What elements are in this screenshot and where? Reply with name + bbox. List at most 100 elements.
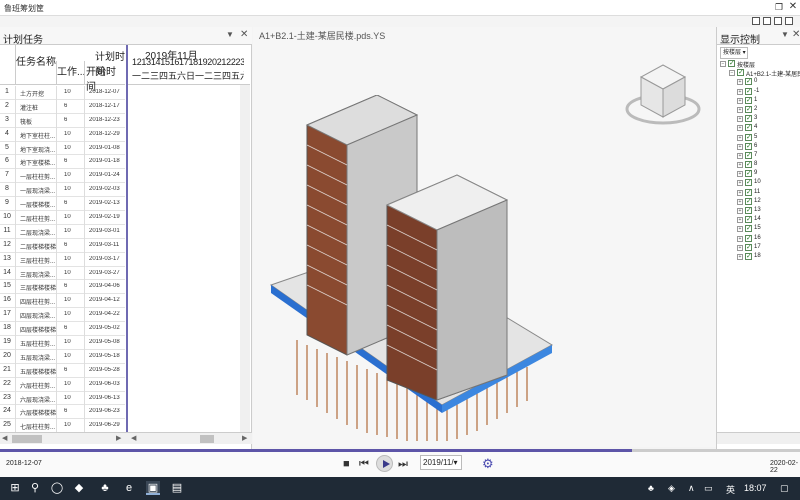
table-row[interactable]: 10 二层柱柱剪... 10 2019-02-19 <box>0 211 125 225</box>
search-icon[interactable]: ⚲ <box>28 481 42 495</box>
scroll-thumb[interactable] <box>12 435 42 443</box>
current-date-select[interactable]: 2019/11/▾ <box>420 455 462 470</box>
table-row[interactable]: 25 七层柱柱剪... 10 2019-06-29 <box>0 419 125 432</box>
gantt-scrollbar[interactable] <box>240 85 250 432</box>
table-row[interactable]: 24 六层楼梯楼梯 6 2019-06-23 <box>0 405 125 420</box>
checkbox[interactable] <box>745 178 752 187</box>
view-mode-icon[interactable] <box>774 17 782 25</box>
checkbox[interactable] <box>745 252 752 260</box>
close-icon[interactable]: ✕ <box>787 0 799 14</box>
floor-node[interactable]: +6 <box>717 142 800 152</box>
floor-node[interactable]: +3 <box>717 114 800 124</box>
floor-node[interactable]: +2 <box>717 105 800 115</box>
table-row[interactable]: 8 一层现浇梁... 10 2019-02-03 <box>0 183 125 198</box>
view-cube-icon[interactable] <box>623 61 703 133</box>
expand-icon[interactable]: + <box>737 208 743 214</box>
expand-icon[interactable]: + <box>737 88 743 95</box>
shield-icon[interactable]: ◈ <box>668 483 675 494</box>
checkbox[interactable] <box>745 105 752 113</box>
floor-node[interactable]: +10 <box>717 178 800 188</box>
expand-icon[interactable]: + <box>737 116 743 123</box>
expand-icon[interactable]: + <box>737 125 743 132</box>
floor-node[interactable]: +0 <box>717 77 800 87</box>
horizontal-scrollbar[interactable] <box>717 432 800 444</box>
expand-icon[interactable]: + <box>737 152 743 159</box>
folder-icon[interactable]: ▤ <box>170 481 184 495</box>
floor-node[interactable]: +9 <box>717 169 800 179</box>
table-row[interactable]: 20 五层现浇梁... 10 2019-05-18 <box>0 350 125 364</box>
floor-node[interactable]: +12 <box>717 197 800 207</box>
task-view-icon[interactable]: ◯ <box>50 481 64 495</box>
gantt-chart[interactable]: 2019年11月 121314151617181920212223242 一二三… <box>126 45 250 432</box>
expand-icon[interactable]: + <box>737 198 743 205</box>
network-icon[interactable]: ▭ <box>704 483 713 494</box>
close-icon[interactable]: ✕ <box>792 29 800 40</box>
table-row[interactable]: 14 三层现浇梁... 10 2019-03-27 <box>0 267 125 281</box>
table-row[interactable]: 6 地下室楼梯... 6 2019-01-18 <box>0 155 125 170</box>
expand-icon[interactable]: + <box>737 244 743 251</box>
floor-node[interactable]: +11 <box>717 188 800 198</box>
floor-node[interactable]: +17 <box>717 243 800 253</box>
clock[interactable]: 18:07 <box>744 483 767 493</box>
play-button[interactable] <box>376 455 393 472</box>
floor-node[interactable]: +8 <box>717 160 800 170</box>
checkbox[interactable] <box>745 234 752 242</box>
table-row[interactable]: 22 六层柱柱剪... 10 2019-06-03 <box>0 378 125 392</box>
windows-start-icon[interactable]: ⊞ <box>8 481 22 495</box>
floor-node[interactable]: +14 <box>717 215 800 225</box>
table-row[interactable]: 13 三层柱柱剪... 10 2019-03-17 <box>0 253 125 267</box>
checkbox[interactable] <box>745 142 752 150</box>
table-row[interactable]: 21 五层楼梯楼梯 6 2019-05-28 <box>0 364 125 378</box>
expand-icon[interactable]: + <box>737 134 743 141</box>
checkbox[interactable] <box>745 188 752 196</box>
checkbox[interactable] <box>745 96 752 104</box>
floor-node[interactable]: +5 <box>717 133 800 143</box>
scroll-right-icon[interactable]: ▶ <box>242 434 247 442</box>
expand-icon[interactable]: + <box>737 97 743 104</box>
tree-root[interactable]: − 按楼层 <box>717 59 800 69</box>
model-viewport[interactable]: A1+B2.1-土建-某居民楼.pds.YS <box>253 27 716 447</box>
table-row[interactable]: 7 一层柱柱剪... 10 2019-01-24 <box>0 169 125 184</box>
checkbox[interactable] <box>745 160 752 169</box>
scroll-right-icon[interactable]: ▶ <box>116 434 121 442</box>
checkbox[interactable] <box>745 123 752 132</box>
checkbox[interactable] <box>728 59 735 67</box>
pin-icon[interactable]: ▼ <box>226 30 234 39</box>
floor-node[interactable]: +18 <box>717 252 800 262</box>
view-mode-icon[interactable] <box>763 17 771 25</box>
app-icon[interactable]: ◆ <box>72 481 86 495</box>
expand-icon[interactable]: + <box>737 226 743 233</box>
pin-icon[interactable]: ▼ <box>781 30 789 39</box>
expand-icon[interactable]: + <box>737 253 743 260</box>
checkbox[interactable] <box>745 133 752 141</box>
table-row[interactable]: 19 五层柱柱剪... 10 2019-05-08 <box>0 336 125 350</box>
floor-node[interactable]: +15 <box>717 224 800 234</box>
floor-mode-select[interactable]: 按楼层 ▾ <box>720 47 748 59</box>
expand-icon[interactable]: + <box>737 189 743 196</box>
expand-icon[interactable]: + <box>737 235 743 242</box>
table-row[interactable]: 16 四层柱柱剪... 10 2019-04-12 <box>0 294 125 309</box>
chevron-up-icon[interactable]: ∧ <box>688 483 695 494</box>
skip-forward-icon[interactable]: ⏭ <box>398 458 408 471</box>
gantt-splitter[interactable] <box>126 45 128 432</box>
table-row[interactable]: 5 地下室现浇... 10 2019-01-08 <box>0 142 125 156</box>
view-mode-icon[interactable] <box>752 17 760 25</box>
floor-node[interactable]: +16 <box>717 234 800 244</box>
floor-node[interactable]: + -1 <box>717 87 800 97</box>
skip-back-icon[interactable]: ⏮ <box>359 458 369 471</box>
checkbox[interactable] <box>745 197 752 205</box>
collapse-icon[interactable]: − <box>720 61 726 67</box>
qq-icon[interactable]: ♣ <box>98 481 112 495</box>
floor-node[interactable]: +4 <box>717 123 800 133</box>
table-row[interactable]: 3 筏板 6 2018-12-23 <box>0 114 125 128</box>
scroll-left-icon[interactable]: ◀ <box>131 434 136 442</box>
expand-icon[interactable]: + <box>737 217 743 224</box>
checkbox[interactable] <box>745 206 752 214</box>
floor-node[interactable]: +13 <box>717 206 800 216</box>
table-row[interactable]: 11 二层现浇梁... 10 2019-03-01 <box>0 225 125 239</box>
checkbox[interactable] <box>745 114 752 123</box>
column-header-duration[interactable]: 工作... <box>57 63 85 78</box>
floor-node[interactable]: +7 <box>717 151 800 161</box>
expand-icon[interactable]: + <box>737 171 743 178</box>
close-icon[interactable]: ✕ <box>240 29 248 40</box>
